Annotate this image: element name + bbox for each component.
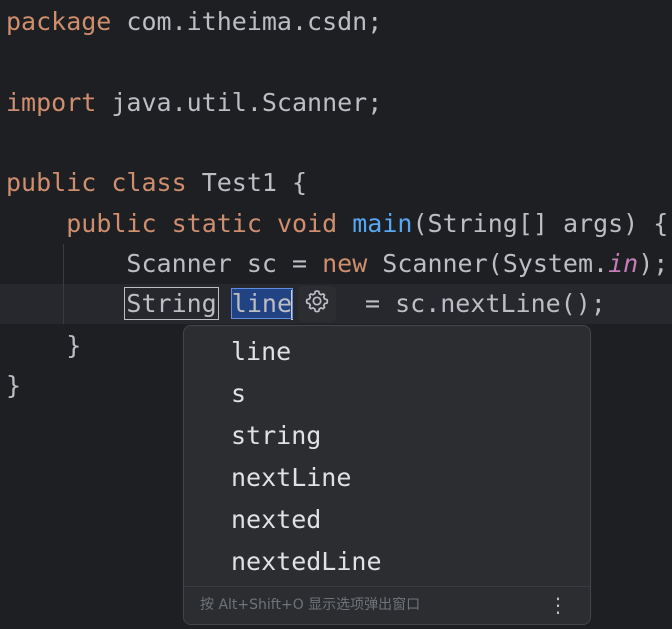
code-line-scanner[interactable]: Scanner sc = new Scanner(System.in);	[6, 244, 668, 284]
static-field-in: in	[608, 249, 639, 278]
keyword-class: class	[111, 168, 187, 197]
type-template-field[interactable]: String	[124, 287, 219, 320]
text-caret	[291, 290, 294, 320]
keyword-package: package	[6, 7, 112, 36]
code-line-main[interactable]: public static void main(String[] args) {	[6, 204, 668, 244]
keyword-public: public	[66, 209, 157, 238]
template-settings-button[interactable]	[298, 286, 336, 322]
assignment-rest: = sc.nextLine();	[365, 289, 606, 318]
package-name: com.itheima.csdn;	[111, 7, 383, 36]
code-line-close-outer[interactable]: }	[6, 366, 21, 406]
keyword-static: static	[171, 209, 262, 238]
code-line-package[interactable]: package com.itheima.csdn;	[6, 2, 382, 42]
code-line-import[interactable]: import java.util.Scanner;	[6, 83, 382, 123]
code-line-string[interactable]: String line	[6, 284, 294, 324]
import-name: java.util.Scanner;	[96, 88, 383, 117]
brace-close-inner: }	[66, 331, 82, 360]
scanner-decl: Scanner sc =	[126, 249, 323, 278]
gear-icon	[304, 288, 330, 320]
suggestion-item[interactable]: nexted	[231, 499, 321, 541]
suggestion-item[interactable]: nextLine	[231, 457, 351, 499]
popup-footer: 按 Alt+Shift+O 显示选项弹出窗口 ⋮	[184, 586, 590, 624]
name-suggestion-popup[interactable]: line s string nextLine nexted nextedLine…	[183, 325, 591, 625]
method-name-main: main	[352, 209, 413, 238]
keyword-void: void	[276, 209, 338, 238]
shortcut-hint: 按 Alt+Shift+O 显示选项弹出窗口	[200, 597, 421, 613]
keyword-new: new	[322, 249, 368, 278]
suggestion-item[interactable]: s	[231, 373, 246, 415]
suggestion-item[interactable]: string	[231, 415, 321, 457]
scanner-ctor: Scanner(System.	[367, 249, 609, 278]
more-options-icon[interactable]: ⋮	[548, 587, 568, 624]
code-line-close-inner[interactable]: }	[6, 326, 81, 366]
variable-name-field[interactable]: line	[230, 288, 294, 319]
class-name: Test1 {	[186, 168, 308, 197]
suggestion-item[interactable]: nextedLine	[231, 541, 382, 583]
brace-close-outer: }	[6, 371, 22, 400]
code-line-class[interactable]: public class Test1 {	[6, 163, 307, 203]
suggestion-item[interactable]: line	[231, 331, 291, 373]
keyword-import: import	[6, 88, 97, 117]
main-params: (String[] args) {	[412, 209, 669, 238]
keyword-public: public	[6, 168, 97, 197]
scanner-end: );	[638, 249, 669, 278]
